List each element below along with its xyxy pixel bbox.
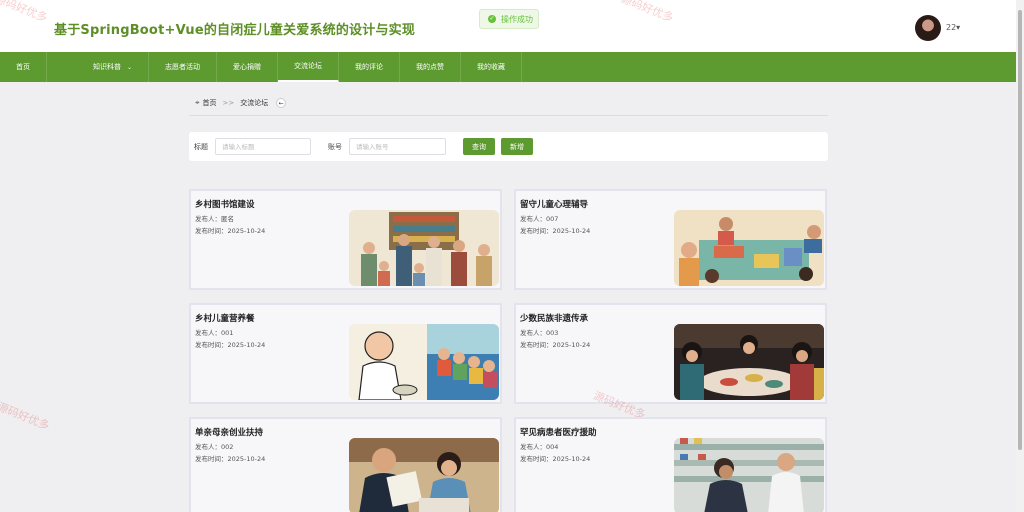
post-date: 发布时间：2025-10-24 (520, 227, 591, 235)
nav-my-likes[interactable]: 我的点赞 (400, 52, 462, 82)
nav-knowledge[interactable]: 知识科普 ⌄ (47, 52, 150, 82)
nav-donation-label: 爱心捐赠 (233, 63, 262, 71)
pharmacy-illustration (674, 438, 824, 512)
title-search-input[interactable] (215, 138, 311, 155)
avatar[interactable] (915, 15, 941, 41)
post-card[interactable]: 少数民族非遗传承 发布人：003 发布时间：2025-10-24 (514, 303, 827, 404)
search-bar: 标题 账号 查询 新增 (189, 132, 828, 161)
post-date: 发布时间：2025-10-24 (195, 455, 266, 463)
post-date: 发布时间：2025-10-24 (520, 455, 591, 463)
post-image[interactable] (674, 324, 824, 400)
post-title[interactable]: 乡村图书馆建设 (195, 198, 255, 210)
heritage-illustration (674, 324, 824, 400)
post-card[interactable]: 乡村图书馆建设 发布人：匿名 发布时间：2025-10-24 (189, 189, 502, 290)
nav-my-favorites-label: 我的收藏 (477, 63, 506, 71)
post-author: 发布人：001 (195, 329, 234, 337)
query-button[interactable]: 查询 (463, 138, 495, 155)
title-label: 标题 (194, 143, 208, 151)
post-card[interactable]: 乡村儿童营养餐 发布人：001 发布时间：2025-10-24 (189, 303, 502, 404)
account-search-input[interactable] (349, 138, 446, 155)
post-author: 发布人：004 (520, 443, 559, 451)
post-image[interactable] (674, 210, 824, 286)
post-title[interactable]: 乡村儿童营养餐 (195, 312, 255, 324)
account-label: 账号 (328, 143, 342, 151)
nav-home-label: 首页 (16, 63, 30, 71)
user-menu-dropdown[interactable]: 22▾ (946, 23, 960, 32)
success-toast: ✓ 操作成功 (479, 9, 539, 29)
nav-my-comments-label: 我的评论 (355, 63, 384, 71)
post-author: 发布人：002 (195, 443, 234, 451)
post-image[interactable] (349, 324, 499, 400)
watermark: 源码好优多 (0, 400, 52, 433)
nav-knowledge-label: 知识科普 (93, 63, 121, 71)
post-title[interactable]: 留守儿童心理辅导 (520, 198, 588, 210)
post-card[interactable]: 留守儿童心理辅导 发布人：007 发布时间：2025-10-24 (514, 189, 827, 290)
chevron-down-icon: ⌄ (127, 63, 133, 71)
post-card[interactable]: 罕见病患者医疗援助 发布人：004 发布时间：2025-10-24 (514, 417, 827, 512)
nav-my-comments[interactable]: 我的评论 (339, 52, 401, 82)
breadcrumb-current: 交流论坛 (240, 99, 269, 107)
toast-text: 操作成功 (501, 14, 533, 24)
post-author: 发布人：007 (520, 215, 559, 223)
post-image[interactable] (349, 438, 499, 512)
post-image[interactable] (674, 438, 824, 512)
location-pin-icon: ⌖ (195, 98, 200, 107)
entrepreneur-illustration (349, 438, 499, 512)
vertical-scrollbar[interactable] (1016, 0, 1024, 512)
post-image[interactable] (349, 210, 499, 286)
add-button[interactable]: 新增 (501, 138, 533, 155)
nav-my-likes-label: 我的点赞 (416, 63, 445, 71)
post-author: 发布人：003 (520, 329, 559, 337)
breadcrumb: ⌖ 首页 >> 交流论坛 ← (195, 98, 287, 108)
nav-donation[interactable]: 爱心捐赠 (217, 52, 279, 82)
post-date: 发布时间：2025-10-24 (195, 227, 266, 235)
nav-volunteer-label: 志愿者活动 (165, 63, 201, 71)
main-nav: 首页 知识科普 ⌄ 志愿者活动 爱心捐赠 交流论坛 我的评论 我的点赞 我的收藏 (0, 52, 1016, 82)
nav-forum-label: 交流论坛 (294, 62, 323, 70)
post-title[interactable]: 罕见病患者医疗援助 (520, 426, 597, 438)
nav-home[interactable]: 首页 (0, 52, 47, 82)
post-title[interactable]: 少数民族非遗传承 (520, 312, 588, 324)
nav-forum[interactable]: 交流论坛 (278, 52, 340, 82)
post-date: 发布时间：2025-10-24 (520, 341, 591, 349)
breadcrumb-separator: >> (222, 99, 235, 107)
post-author: 发布人：匿名 (195, 215, 234, 223)
post-card[interactable]: 单亲母亲创业扶持 发布人：002 发布时间：2025-10-24 (189, 417, 502, 512)
nutrition-meal-illustration (349, 324, 499, 400)
post-date: 发布时间：2025-10-24 (195, 341, 266, 349)
top-header: 基于SpringBoot+Vue的自闭症儿童关爱系统的设计与实现 ✓ 操作成功 … (0, 0, 1016, 52)
back-arrow-icon[interactable]: ← (276, 98, 287, 108)
check-circle-icon: ✓ (488, 15, 496, 23)
library-illustration (349, 210, 499, 286)
divider (189, 115, 828, 116)
site-title: 基于SpringBoot+Vue的自闭症儿童关爱系统的设计与实现 (54, 23, 416, 38)
nav-my-favorites[interactable]: 我的收藏 (461, 52, 523, 82)
counseling-illustration (674, 210, 824, 286)
breadcrumb-home[interactable]: 首页 (203, 98, 217, 108)
scrollbar-thumb[interactable] (1018, 10, 1022, 450)
nav-volunteer[interactable]: 志愿者活动 (149, 52, 218, 82)
post-title[interactable]: 单亲母亲创业扶持 (195, 426, 263, 438)
